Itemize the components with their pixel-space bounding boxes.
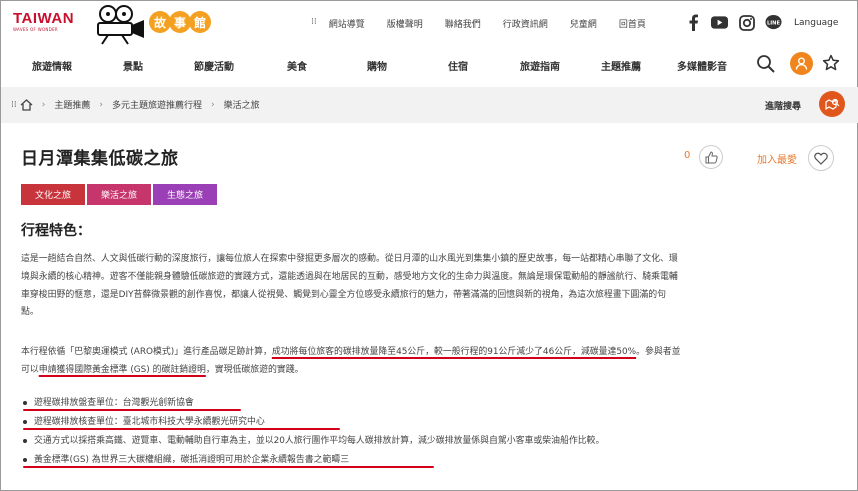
user-icon [795,57,808,70]
instagram-icon[interactable] [738,14,755,31]
breadcrumb-item-themes[interactable]: 主題推薦 [54,98,90,111]
youtube-icon[interactable] [711,14,728,31]
nav-themes[interactable]: 主題推薦 [601,58,641,73]
link-admin-info[interactable]: 行政資訊網 [503,17,548,30]
highlight-underline [23,428,340,430]
nav-travel-guide[interactable]: 旅遊指南 [520,58,560,73]
story-char: 館 [189,11,211,33]
aro-text: 。參與者並 [636,347,681,357]
nav-shopping[interactable]: 購物 [367,58,387,73]
aro-text: 可以 [21,364,39,375]
favorite-label[interactable]: 加入最愛 [757,151,797,166]
link-copyright[interactable]: 版權聲明 [387,17,423,30]
advanced-search-button[interactable] [819,91,845,117]
like-button[interactable] [699,145,723,169]
user-account-button[interactable] [790,52,813,75]
svg-text:LINE: LINE [767,20,781,26]
star-icon[interactable] [822,54,840,72]
advanced-search-label[interactable]: 進階搜尋 [765,99,801,112]
list-item: 遊程碳排放盤查單位：台灣觀光創新協會 [21,395,604,414]
page-title: 日月潭集集低碳之旅 [21,149,179,169]
list-item: 遊程碳排放核查單位：臺北城市科技大學永續觀光研究中心 [21,414,604,433]
grid-dots-icon: ⁞⁞ [11,99,17,110]
movie-camera-icon [97,5,144,45]
breadcrumb-item-multi-theme[interactable]: 多元主題旅遊推薦行程 [112,98,202,111]
chevron-right-icon: › [99,99,103,110]
heart-icon [814,152,828,165]
chevron-right-icon: › [210,99,215,110]
tag-lohas[interactable]: 樂活之旅 [87,184,151,205]
like-count: 0 [684,150,691,161]
thumbs-up-icon [705,150,718,163]
highlight-underline [23,466,434,468]
list-item: 黃金標準(GS) 為世界三大碳權組織，碳抵消證明可用於企業永續報告書之範疇三 [21,452,604,471]
nav-travel-info[interactable]: 旅遊情報 [32,58,72,73]
facebook-icon[interactable] [684,14,701,31]
link-home[interactable]: 回首頁 [619,17,646,30]
story-char: 故 [149,11,171,33]
main-nav: 旅遊情報 景點 節慶活動 美食 購物 住宿 旅遊指南 主題推薦 多媒體影音 [1,49,858,81]
home-icon[interactable] [20,98,33,111]
intro-line: 車穿梭田野的愜意，還是DIY苔蘚微景觀的創作喜悅，都讓人從視覺、觸覺到心靈全方位… [21,289,666,300]
nav-attractions[interactable]: 景點 [123,58,143,73]
nav-multimedia[interactable]: 多媒體影音 [677,58,727,73]
social-links: LINE Language [684,14,838,31]
link-contact[interactable]: 聯絡我們 [445,17,481,30]
favorite-button[interactable] [808,145,834,171]
logo-subtext: WAVES OF WONDER [13,27,58,32]
aro-highlight: 成功將每位旅客的碳排放量降至45公斤，較一般行程的91公斤減少了46公斤，減碳量… [271,347,637,357]
menu-dots-icon: ⁞⁞ [311,17,317,27]
language-selector[interactable]: Language [794,18,838,28]
aro-text: ，實現低碳旅遊的實踐。 [205,364,304,375]
aro-highlight: 申請獲得國際黃金標準 (GS) 的碳註銷證明 [38,364,206,375]
highlight-underline [23,409,241,411]
tag-ecology[interactable]: 生態之旅 [153,184,217,205]
top-bar: TAIWAN WAVES OF WONDER 故 事 館 ⁞⁞ 網站導覽 版權聲… [1,1,858,46]
intro-line: 境與永續的核心精神。遊客不僅能親身體驗低碳旅遊的實踐方式，還能透過與在地居民的互… [21,271,678,282]
feature-list: 遊程碳排放盤查單位：台灣觀光創新協會 遊程碳排放核查單位：臺北城市科技大學永續觀… [21,395,604,471]
aro-text: 本行程依循「巴黎奧運模式 (ARO模式)」進行產品碳足跡計算， [21,347,272,357]
story-char: 事 [169,11,191,33]
chevron-right-icon: › [41,99,46,110]
story-museum-logo[interactable]: 故 事 館 [149,11,211,33]
nav-festivals[interactable]: 節慶活動 [194,58,234,73]
intro-paragraph: 這是一趟結合自然、人文與低碳行動的深度旅行，讓每位旅人在探索中發掘更多層次的感動… [21,251,833,322]
section-title: 行程特色： [21,223,91,239]
breadcrumb-bar: ⁞⁞ › 主題推薦 › 多元主題旅遊推薦行程 › 樂活之旅 進階搜尋 [1,87,858,123]
list-item: 交通方式以採搭乘高鐵、遊覽車、電動輔助自行車為主，並以20人旅行團作平均每人碳排… [21,433,604,452]
link-sitemap[interactable]: 網站導覽 [329,17,365,30]
intro-line: 這是一趟結合自然、人文與低碳行動的深度旅行，讓每位旅人在探索中發掘更多層次的感動… [21,254,678,264]
nav-accommodation[interactable]: 住宿 [448,58,468,73]
logo-text: TAIWAN [13,10,75,27]
nav-food[interactable]: 美食 [287,58,307,73]
line-icon[interactable]: LINE [765,14,782,31]
tag-culture[interactable]: 文化之旅 [21,184,85,205]
breadcrumb-item-current[interactable]: 樂活之旅 [224,98,260,111]
breadcrumb: ⁞⁞ › 主題推薦 › 多元主題旅遊推薦行程 › 樂活之旅 [11,98,260,111]
map-search-icon [824,98,839,110]
taiwan-logo[interactable]: TAIWAN WAVES OF WONDER [13,11,79,32]
aro-paragraph: 本行程依循「巴黎奧運模式 (ARO模式)」進行產品碳足跡計算，成功將每位旅客的碳… [21,344,833,380]
link-kids[interactable]: 兒童網 [570,17,597,30]
search-icon[interactable] [756,54,776,74]
intro-line: 點。 [21,307,39,318]
top-links: ⁞⁞ 網站導覽 版權聲明 聯絡我們 行政資訊網 兒童網 回首頁 [311,17,668,30]
